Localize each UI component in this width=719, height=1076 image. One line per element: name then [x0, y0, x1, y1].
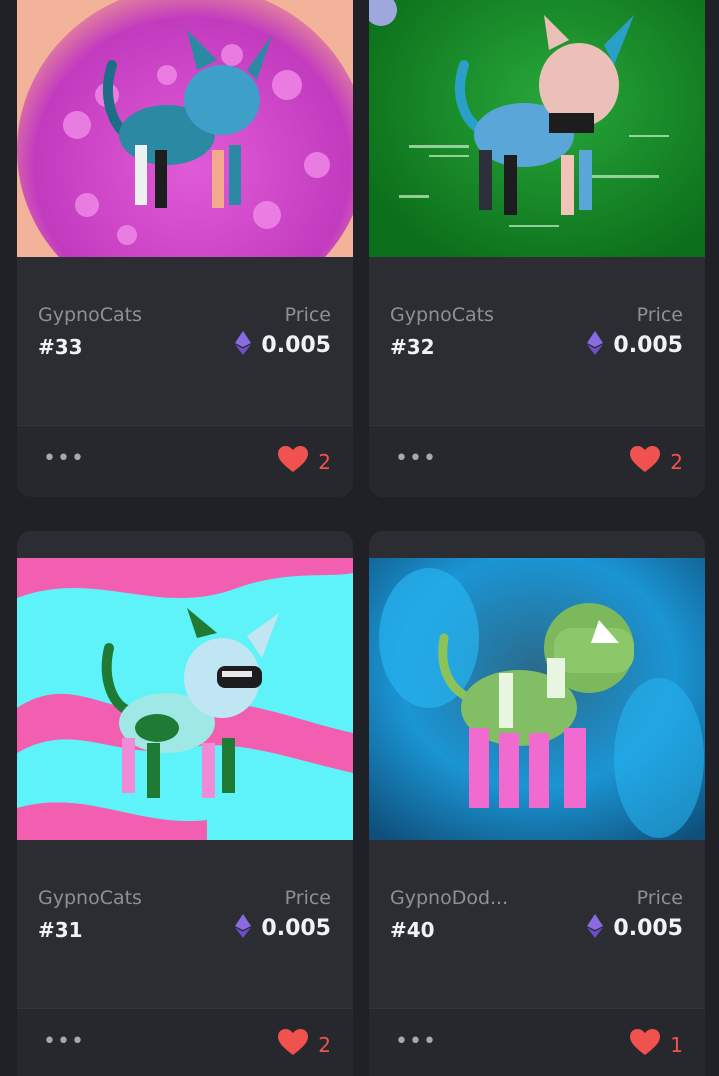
token-id: #32: [390, 335, 435, 359]
card-info: GypnoCats #32 Price 0.005: [369, 257, 705, 425]
like-button[interactable]: 2: [278, 446, 331, 477]
price-value: 0.005: [613, 332, 683, 358]
card-footer: ••• 1: [369, 1008, 705, 1076]
like-button[interactable]: 2: [278, 1029, 331, 1060]
price-row: 0.005: [235, 331, 331, 359]
price-row: 0.005: [235, 914, 331, 942]
price-label: Price: [636, 887, 683, 909]
collection-name[interactable]: GypnoDod...: [390, 887, 508, 909]
more-options-icon[interactable]: •••: [43, 1031, 85, 1053]
card-footer: ••• 2: [17, 1008, 353, 1076]
card-info: GypnoDod... #40 Price 0.005: [369, 840, 705, 1008]
like-count: 2: [670, 449, 683, 474]
card-info: GypnoCats #31 Price 0.005: [17, 840, 353, 1008]
nft-image[interactable]: [17, 0, 353, 257]
heart-icon: [278, 446, 309, 477]
price-label: Price: [284, 887, 331, 909]
more-options-icon[interactable]: •••: [395, 448, 437, 470]
token-id: #31: [38, 918, 83, 942]
token-id: #33: [38, 335, 83, 359]
more-options-icon[interactable]: •••: [43, 448, 85, 470]
nft-image[interactable]: [369, 558, 705, 840]
price-label: Price: [284, 304, 331, 326]
price-value: 0.005: [613, 915, 683, 941]
nft-card[interactable]: GypnoDod... #40 Price 0.005 ••• 1: [369, 531, 705, 1076]
price-row: 0.005: [587, 331, 683, 359]
ethereum-icon: [235, 331, 252, 359]
ethereum-icon: [587, 331, 604, 359]
price-value: 0.005: [261, 332, 331, 358]
card-footer: ••• 2: [17, 425, 353, 497]
card-info: GypnoCats #33 Price 0.005: [17, 257, 353, 425]
like-button[interactable]: 1: [630, 1029, 683, 1060]
ethereum-icon: [587, 914, 604, 942]
more-options-icon[interactable]: •••: [395, 1031, 437, 1053]
like-count: 2: [318, 449, 331, 474]
nft-image[interactable]: [17, 558, 353, 840]
like-count: 1: [670, 1032, 683, 1057]
nft-image[interactable]: [369, 0, 705, 257]
heart-icon: [630, 446, 661, 477]
like-count: 2: [318, 1032, 331, 1057]
like-button[interactable]: 2: [630, 446, 683, 477]
nft-grid: GypnoCats #33 Price 0.005 ••• 2 GypnoCat…: [0, 0, 719, 1076]
heart-icon: [630, 1029, 661, 1060]
heart-icon: [278, 1029, 309, 1060]
token-id: #40: [390, 918, 435, 942]
nft-card[interactable]: GypnoCats #33 Price 0.005 ••• 2: [17, 0, 353, 497]
collection-name[interactable]: GypnoCats: [38, 304, 142, 326]
collection-name[interactable]: GypnoCats: [390, 304, 494, 326]
nft-card[interactable]: GypnoCats #32 Price 0.005 ••• 2: [369, 0, 705, 497]
price-value: 0.005: [261, 915, 331, 941]
price-label: Price: [636, 304, 683, 326]
card-footer: ••• 2: [369, 425, 705, 497]
ethereum-icon: [235, 914, 252, 942]
nft-card[interactable]: GypnoCats #31 Price 0.005 ••• 2: [17, 531, 353, 1076]
price-row: 0.005: [587, 914, 683, 942]
collection-name[interactable]: GypnoCats: [38, 887, 142, 909]
